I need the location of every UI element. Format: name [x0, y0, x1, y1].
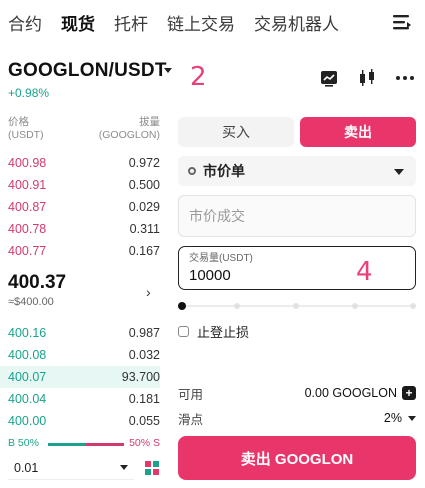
ask-row[interactable]: 400.87 0.029: [8, 196, 160, 218]
bid-price: 400.04: [8, 392, 47, 406]
slippage-label: 滑点: [178, 412, 204, 427]
chevron-down-icon: [408, 415, 416, 421]
ask-qty: 0.500: [128, 178, 160, 192]
tpsl-checkbox[interactable]: 止登止损: [178, 322, 249, 341]
annotation-number: 4: [356, 257, 373, 287]
annotation-number: 2: [190, 62, 207, 92]
chevron-right-icon[interactable]: ›: [146, 284, 151, 300]
ask-qty: 0.972: [128, 156, 160, 170]
plus-icon[interactable]: +: [402, 386, 416, 400]
buy-ratio: B 50%: [8, 437, 39, 449]
top-nav: 合约 现货 托杆 链上交易 交易机器人: [0, 0, 425, 44]
qty-header-unit: (GOOGLON): [98, 129, 160, 141]
ask-price: 400.78: [8, 222, 47, 236]
bid-price: 400.08: [8, 348, 47, 362]
depth-select[interactable]: 0.01: [8, 456, 134, 480]
ask-price: 400.91: [8, 178, 47, 192]
available-balance: 可用 0.00 GOOGLON +: [178, 384, 416, 402]
tpsl-label: 止登止损: [197, 325, 250, 340]
slippage-row: 滑点 2%: [178, 409, 416, 427]
slider-stop[interactable]: [410, 303, 416, 309]
qty-header-label: 拔量: [139, 116, 160, 128]
ask-qty: 0.311: [129, 222, 160, 236]
last-price-fiat: ≈$400.00: [8, 296, 54, 308]
bid-qty: 0.032: [128, 348, 160, 362]
slider-stop[interactable]: [293, 303, 299, 309]
header-icons: [319, 68, 415, 88]
sell-ratio-bar: [86, 443, 124, 446]
ask-price: 400.87: [8, 200, 47, 214]
ask-row[interactable]: 400.91 0.500: [8, 174, 160, 196]
amount-value: 10000: [189, 267, 231, 284]
slippage-select[interactable]: 2%: [384, 411, 416, 425]
bid-price: 400.00: [8, 414, 47, 428]
slider-stop[interactable]: [234, 303, 240, 309]
chart-compare-icon[interactable]: [319, 68, 339, 88]
amount-input[interactable]: 交易量(USDT) 10000: [178, 246, 416, 290]
pair-symbol[interactable]: GOOGLON/USDT: [8, 60, 167, 82]
bid-row[interactable]: 400.07 93.700: [0, 366, 160, 388]
slider-handle[interactable]: [178, 302, 186, 310]
info-dot-icon: [188, 167, 196, 175]
sell-submit-button[interactable]: 卖出 GOOGLON: [178, 436, 416, 480]
ask-price: 400.98: [8, 156, 47, 170]
bid-row[interactable]: 400.08 0.032: [8, 344, 160, 366]
tab-bots[interactable]: 交易机器人: [254, 10, 339, 35]
buy-ratio-bar: [48, 443, 86, 446]
bid-row[interactable]: 400.16 0.987: [8, 322, 160, 344]
bid-qty: 0.987: [128, 326, 160, 340]
orderbook-header: 价格 (USDT) 拔量 (GOOGLON): [8, 116, 160, 142]
sell-tab[interactable]: 卖出: [300, 117, 416, 147]
slider-stop[interactable]: [352, 303, 358, 309]
ask-qty: 0.167: [128, 244, 160, 258]
tab-tuogan[interactable]: 托杆: [114, 10, 148, 35]
bid-qty: 93.700: [121, 370, 160, 384]
tab-spot[interactable]: 现货: [61, 10, 95, 35]
menu-lines-icon[interactable]: [391, 11, 413, 33]
chevron-down-icon: [120, 465, 128, 470]
checkbox-icon: [178, 326, 189, 337]
chevron-down-icon: [394, 169, 404, 175]
bid-row[interactable]: 400.00 0.055: [8, 410, 160, 432]
available-label: 可用: [178, 387, 204, 402]
sell-ratio: 50% S: [129, 437, 160, 449]
amount-label: 交易量(USDT): [189, 253, 253, 264]
amount-slider[interactable]: [178, 300, 416, 312]
market-price-field[interactable]: 市价成交: [178, 195, 416, 237]
ask-row[interactable]: 400.78 0.311: [8, 218, 160, 240]
chevron-down-icon[interactable]: [164, 68, 172, 73]
buy-sell-tabs: 买入 卖出: [178, 117, 416, 147]
candlestick-icon[interactable]: [357, 68, 377, 88]
available-value-wrap: 0.00 GOOGLON +: [305, 386, 416, 400]
bid-qty: 0.055: [128, 414, 160, 428]
order-type-select[interactable]: 市价单: [178, 156, 416, 186]
last-price[interactable]: 400.37: [8, 272, 66, 294]
ask-row[interactable]: 400.77 0.167: [8, 240, 160, 262]
more-dots-icon[interactable]: [395, 68, 415, 88]
buy-sell-ratio: B 50% 50% S: [8, 436, 160, 452]
bid-row[interactable]: 400.04 0.181: [8, 388, 160, 410]
ask-qty: 0.029: [128, 200, 160, 214]
ask-price: 400.77: [8, 244, 47, 258]
qty-column-header: 拔量 (GOOGLON): [99, 116, 160, 142]
bid-price: 400.07: [8, 370, 47, 384]
tab-futures[interactable]: 合约: [8, 10, 42, 35]
book-layout-icon[interactable]: [144, 460, 160, 476]
available-value: 0.00 GOOGLON: [304, 386, 397, 400]
ask-row[interactable]: 400.98 0.972: [8, 152, 160, 174]
bid-qty: 0.181: [128, 392, 160, 406]
bid-price: 400.16: [8, 326, 47, 340]
depth-value: 0.01: [14, 460, 39, 475]
price-change: +0.98%: [8, 86, 50, 100]
slippage-value: 2%: [383, 411, 402, 425]
order-type-value: 市价单: [203, 163, 245, 179]
buy-tab[interactable]: 买入: [178, 117, 294, 147]
tab-onchain[interactable]: 链上交易: [167, 10, 235, 35]
